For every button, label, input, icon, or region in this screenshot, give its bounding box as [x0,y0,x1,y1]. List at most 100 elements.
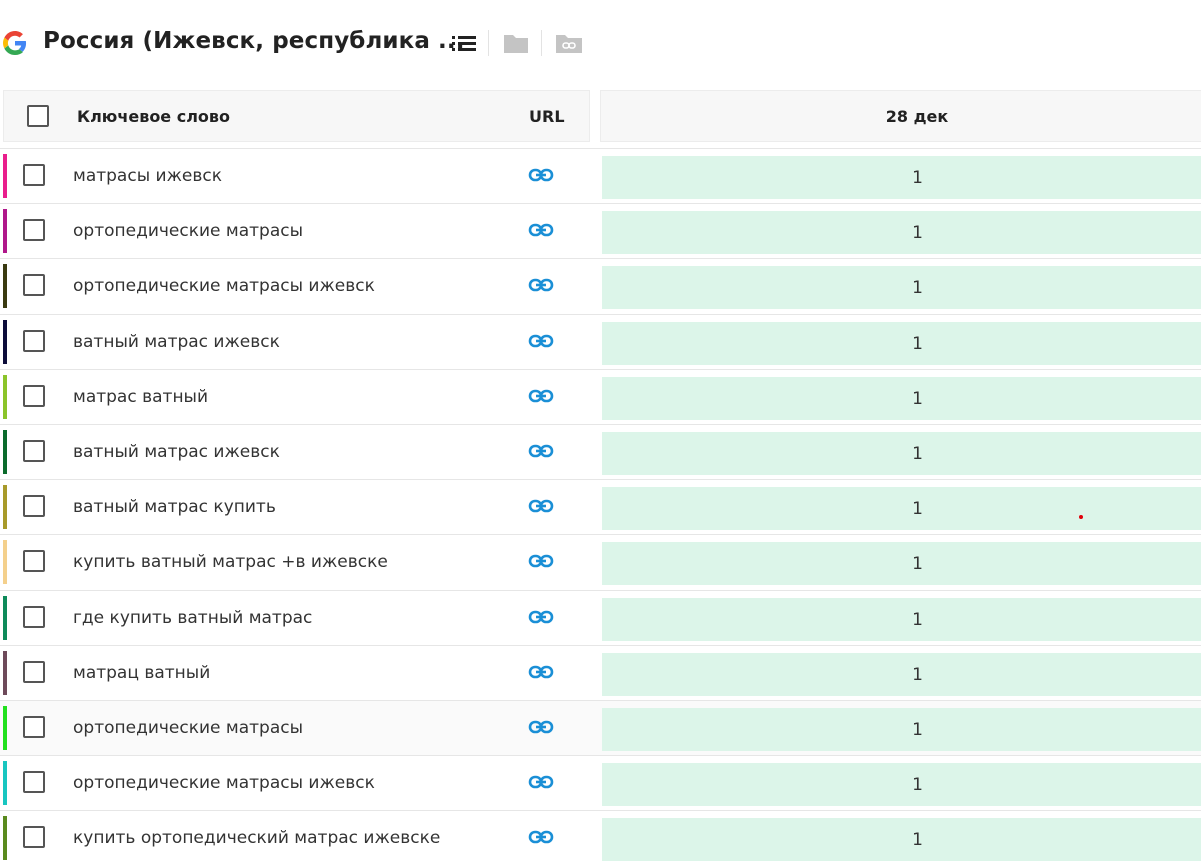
row-checkbox[interactable] [23,716,45,738]
table-row[interactable]: ортопедические матрасы 1 [0,203,1201,258]
position-value: 1 [912,664,923,685]
row-color-marker [3,485,7,530]
position-cell: 1 [602,266,1201,310]
row-checkbox[interactable] [23,550,45,573]
red-dot-marker [1079,515,1083,519]
header-left: Ключевое слово URL [3,90,590,142]
column-header-date[interactable]: 28 дек [601,107,1201,126]
position-value: 1 [912,388,923,409]
table-row[interactable]: ортопедические матрасы ижевск 1 [0,755,1201,810]
position-cell: 1 [602,818,1201,861]
link-icon[interactable] [528,222,554,238]
position-cell: 1 [602,156,1201,199]
link-folder-icon[interactable] [554,31,584,55]
link-icon[interactable] [528,333,554,349]
row-color-marker [3,540,7,585]
position-value: 1 [912,333,923,354]
position-value: 1 [912,444,923,464]
link-icon[interactable] [528,553,554,569]
row-color-marker [3,761,7,806]
link-icon[interactable] [528,388,554,404]
position-value: 1 [912,609,923,630]
row-color-marker [3,264,7,309]
column-header-keyword[interactable]: Ключевое слово [77,107,230,126]
table-row[interactable]: ватный матрас ижевск 1 [0,313,1201,369]
table-header: Ключевое слово URL 28 дек [0,90,1201,142]
link-icon[interactable] [528,277,554,293]
position-value: 1 [912,499,923,520]
google-g-icon [3,31,27,55]
page-title: Россия (Ижевск, республика ... [43,28,465,54]
keyword-text: ортопедические матрасы ижевск [73,773,375,794]
table-row[interactable]: матрац ватный 1 [0,644,1201,700]
row-color-marker [3,319,7,364]
table-row[interactable]: ортопедические матрасы ижевск 1 [0,258,1201,313]
row-checkbox[interactable] [23,605,45,628]
toolbar: Россия (Ижевск, республика ... [0,0,1201,88]
position-cell: 1 [602,432,1201,475]
link-icon[interactable] [528,443,554,459]
position-value: 1 [912,775,923,796]
link-icon[interactable] [528,719,554,735]
row-checkbox[interactable] [23,771,45,794]
row-color-marker [3,595,7,640]
keyword-text: ватный матрас купить [73,497,276,518]
row-checkbox[interactable] [23,164,45,186]
position-value: 1 [912,223,923,244]
select-all-checkbox[interactable] [27,105,49,127]
row-checkbox[interactable] [23,384,45,407]
link-icon[interactable] [528,609,554,625]
row-checkbox[interactable] [23,660,45,683]
link-icon[interactable] [528,829,554,845]
table-row[interactable]: матрасы ижевск 1 [0,148,1201,203]
keyword-text: купить ватный матрас +в ижевске [73,552,388,573]
table-row[interactable]: купить ватный матрас +в ижевске 1 [0,534,1201,589]
keyword-text: ортопедические матрасы [73,221,304,242]
row-checkbox[interactable] [23,440,45,462]
table-row[interactable]: ортопедические матрасы 1 [0,700,1201,755]
table-row[interactable]: матрас ватный 1 [0,368,1201,424]
link-icon[interactable] [528,167,554,183]
position-value: 1 [912,278,923,299]
keyword-text: ортопедические матрасы ижевск [73,276,375,297]
list-icon[interactable] [451,31,477,55]
header-right: 28 дек [600,90,1201,142]
column-header-url[interactable]: URL [529,107,565,126]
keyword-text: ортопедические матрасы [73,718,304,738]
folder-icon[interactable] [502,31,530,55]
row-checkbox[interactable] [23,329,45,352]
position-cell: 1 [602,211,1201,255]
position-cell: 1 [602,542,1201,586]
table-row[interactable]: ватный матрас ижевск 1 [0,424,1201,479]
link-icon[interactable] [528,664,554,680]
position-cell: 1 [602,652,1201,696]
keyword-text: где купить ватный матрас [73,607,313,628]
keyword-text: ватный матрас ижевск [73,442,280,462]
position-cell: 1 [602,708,1201,751]
link-icon[interactable] [528,498,554,514]
row-color-marker [3,154,7,198]
toolbar-divider [541,30,542,56]
position-value: 1 [912,830,923,851]
row-color-marker [3,430,7,474]
row-checkbox[interactable] [23,219,45,242]
keyword-text: купить ортопедический матрас ижевске [73,828,441,849]
keyword-text: матрас ватный [73,386,209,407]
row-color-marker [3,816,7,861]
row-checkbox[interactable] [23,274,45,297]
row-checkbox[interactable] [23,826,45,849]
keyword-text: матрац ватный [73,662,211,683]
toolbar-divider [488,30,489,56]
position-value: 1 [912,720,923,740]
row-checkbox[interactable] [23,495,45,518]
link-icon[interactable] [528,774,554,790]
keyword-text: ватный матрас ижевск [73,331,280,352]
table-row[interactable]: купить ортопедический матрас ижевске 1 [0,810,1201,861]
row-color-marker [3,706,7,750]
row-color-marker [3,374,7,419]
position-value: 1 [912,168,923,188]
table-row[interactable]: где купить ватный матрас 1 [0,589,1201,645]
table-row[interactable]: ватный матрас купить 1 [0,479,1201,534]
position-cell: 1 [602,763,1201,807]
row-color-marker [3,209,7,254]
